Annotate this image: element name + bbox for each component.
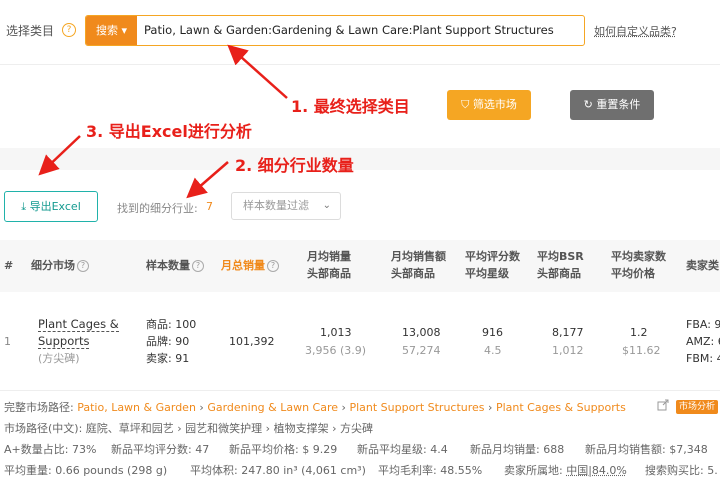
table-header: # 细分市场? 样本数量? 月总销量? 月均销量头部商品 月均销售额头部商品 平… bbox=[0, 240, 720, 292]
col-monthly-revenue-sub: 头部商品 bbox=[391, 267, 435, 280]
share-icon[interactable] bbox=[657, 399, 669, 411]
avg-bsr-top: 1,012 bbox=[552, 342, 584, 359]
market-path-cn: 市场路径(中文): 庭院、草坪和园艺 › 园艺和微笑护理 › 植物支撑架 › 方… bbox=[4, 420, 373, 436]
col-seller-type[interactable]: 卖家类 bbox=[686, 257, 719, 274]
new-avg-stars: 新品平均星级: 4.4 bbox=[357, 441, 448, 457]
sample-count-filter-select[interactable]: 样本数量过滤 ⌄ bbox=[231, 192, 341, 220]
found-segments-count: 7 bbox=[206, 200, 213, 213]
col-avg-rating[interactable]: 平均评分数 平均星级 bbox=[465, 248, 520, 282]
new-avg-rating: 新品平均评分数: 47 bbox=[111, 441, 209, 457]
avg-stars-value: 4.5 bbox=[484, 342, 502, 359]
avg-sellers-value: 1.2 bbox=[630, 324, 648, 341]
sample-filter-placeholder: 样本数量过滤 bbox=[243, 193, 309, 219]
market-analysis-tag[interactable]: 市场分析 bbox=[676, 400, 718, 414]
a-plus-ratio: A+数量占比: 73% bbox=[4, 441, 96, 457]
row-index: 1 bbox=[4, 333, 11, 350]
monthly-revenue-top: 57,274 bbox=[402, 342, 441, 359]
col-monthly-sales-sub: 头部商品 bbox=[307, 267, 351, 280]
chevron-down-icon: ⌄ bbox=[323, 193, 331, 219]
col-sample-label: 样本数量 bbox=[146, 259, 190, 272]
avg-rating-value: 916 bbox=[482, 324, 503, 341]
avg-margin: 平均毛利率: 48.55% bbox=[378, 462, 482, 478]
col-avg-sellers[interactable]: 平均卖家数 平均价格 bbox=[611, 248, 666, 282]
monthly-sales-value: 1,013 bbox=[320, 324, 352, 341]
search-purchase-ratio: 搜索购买比: 5. bbox=[645, 462, 718, 478]
col-monthly-sales-label: 月均销量 bbox=[307, 250, 351, 263]
market-name-line1: Plant Cages & bbox=[38, 317, 119, 332]
avg-volume: 平均体积: 247.80 in³ (4,061 cm³) bbox=[190, 462, 366, 478]
new-monthly-revenue: 新品月均销售额: $7,348 bbox=[585, 441, 708, 457]
new-monthly-sales: 新品月均销量: 688 bbox=[470, 441, 564, 457]
download-icon: ⤓ bbox=[21, 200, 29, 213]
export-excel-button[interactable]: ⤓ 导出Excel bbox=[4, 191, 98, 222]
path-segment[interactable]: Gardening & Lawn Care bbox=[207, 401, 338, 414]
products-count: 商品: 100 bbox=[146, 316, 196, 333]
avg-price-value: $11.62 bbox=[622, 342, 661, 359]
path-label: 完整市场路径: bbox=[4, 401, 74, 414]
total-sales-value: 101,392 bbox=[229, 333, 275, 350]
col-avg-bsr-label: 平均BSR bbox=[537, 250, 584, 263]
col-market-label: 细分市场 bbox=[31, 259, 75, 272]
col-total-sales[interactable]: 月总销量? bbox=[221, 257, 279, 274]
col-sample[interactable]: 样本数量? bbox=[146, 257, 204, 274]
seller-location: 卖家所属地: 中国|84.0% bbox=[504, 462, 627, 478]
market-name-link[interactable]: Plant Cages & Supports bbox=[38, 316, 119, 350]
help-icon[interactable]: ? bbox=[192, 260, 204, 272]
monthly-revenue-value: 13,008 bbox=[402, 324, 441, 341]
path-segment[interactable]: Plant Support Structures bbox=[349, 401, 484, 414]
fbm-count: FBM: 4 bbox=[686, 350, 720, 367]
amz-count: AMZ: 6 bbox=[686, 333, 720, 350]
sellers-count: 卖家: 91 bbox=[146, 350, 189, 367]
brands-count: 品牌: 90 bbox=[146, 333, 189, 350]
path-segment[interactable]: Plant Cages & Supports bbox=[496, 401, 626, 414]
help-icon[interactable]: ? bbox=[77, 260, 89, 272]
found-segments-label: 找到的细分行业: bbox=[117, 200, 198, 216]
col-monthly-revenue[interactable]: 月均销售额 头部商品 bbox=[391, 248, 446, 282]
monthly-sales-top: 3,956 (3.9) bbox=[305, 342, 366, 359]
avg-bsr-value: 8,177 bbox=[552, 324, 584, 341]
fba-count: FBA: 9 bbox=[686, 316, 720, 333]
col-avg-rating-sub: 平均星级 bbox=[465, 267, 509, 280]
full-market-path: 完整市场路径: Patio, Lawn & Garden › Gardening… bbox=[4, 399, 626, 415]
path-segment[interactable]: Patio, Lawn & Garden bbox=[77, 401, 196, 414]
market-name-cn: (方尖碑) bbox=[38, 350, 80, 367]
arrow-to-export bbox=[42, 136, 80, 172]
arrow-to-search bbox=[231, 48, 287, 98]
arrow-to-found-count bbox=[190, 162, 228, 195]
col-index: # bbox=[4, 257, 13, 274]
col-avg-rating-label: 平均评分数 bbox=[465, 250, 520, 263]
help-icon[interactable]: ? bbox=[267, 260, 279, 272]
divider bbox=[0, 390, 720, 391]
col-monthly-sales[interactable]: 月均销量 头部商品 bbox=[307, 248, 351, 282]
export-button-label: 导出Excel bbox=[30, 200, 81, 213]
seller-location-label: 卖家所属地: bbox=[504, 464, 563, 477]
market-name-line2: Supports bbox=[38, 334, 89, 349]
col-avg-bsr[interactable]: 平均BSR 头部商品 bbox=[537, 248, 584, 282]
col-avg-sellers-sub: 平均价格 bbox=[611, 267, 655, 280]
new-avg-price: 新品平均价格: $ 9.29 bbox=[229, 441, 337, 457]
col-avg-bsr-sub: 头部商品 bbox=[537, 267, 581, 280]
avg-weight: 平均重量: 0.66 pounds (298 g) bbox=[4, 462, 167, 478]
col-avg-sellers-label: 平均卖家数 bbox=[611, 250, 666, 263]
col-market[interactable]: 细分市场? bbox=[31, 257, 89, 274]
col-total-sales-label: 月总销量 bbox=[221, 259, 265, 272]
col-monthly-revenue-label: 月均销售额 bbox=[391, 250, 446, 263]
seller-location-value[interactable]: 中国|84.0% bbox=[566, 464, 627, 477]
